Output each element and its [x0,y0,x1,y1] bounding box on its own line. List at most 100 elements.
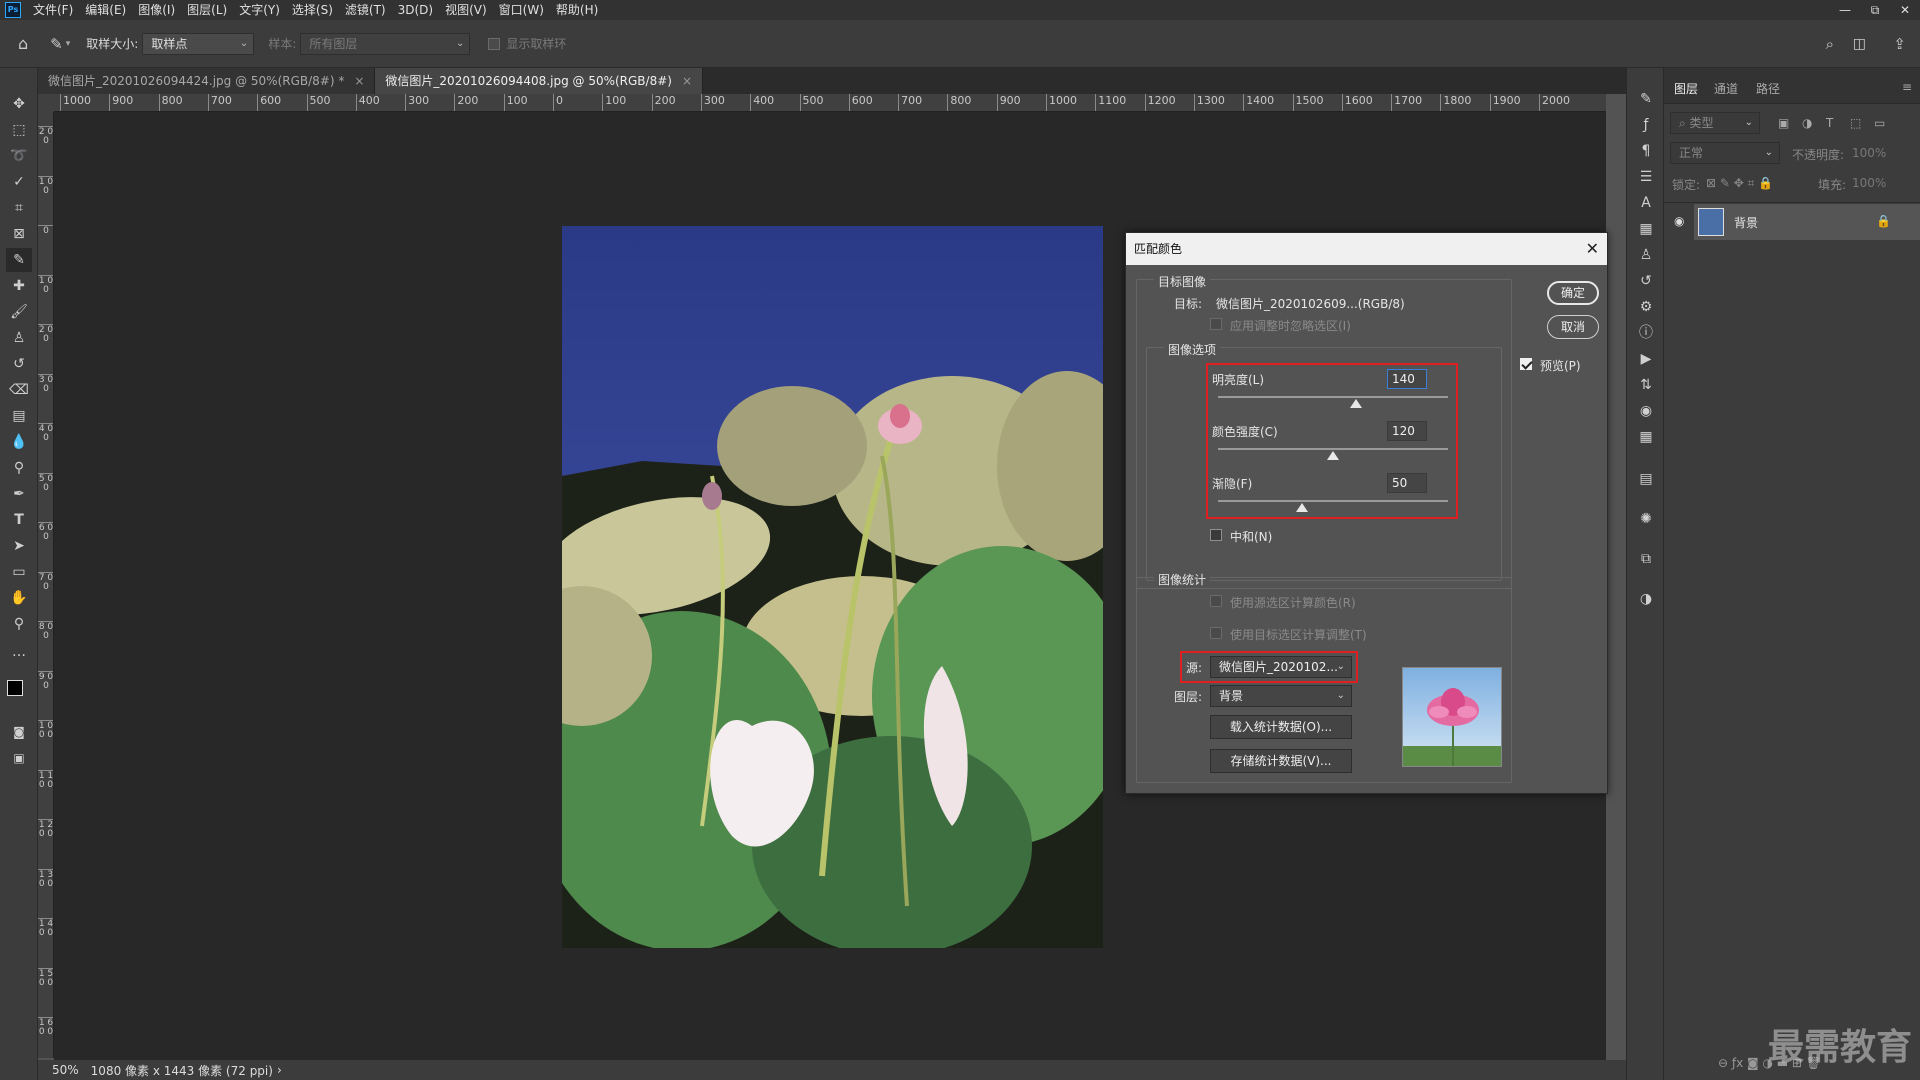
info-icon[interactable]: ⓘ [1635,322,1657,344]
fade-slider-thumb[interactable] [1296,503,1308,512]
close-tab-icon[interactable]: × [682,74,692,88]
menu-layer[interactable]: 图层(L) [181,0,233,20]
color-intensity-slider-thumb[interactable] [1327,451,1339,460]
filter-smart-icon[interactable]: ▭ [1874,116,1885,130]
effects-icon[interactable]: ƒ [1635,114,1657,136]
sun-icon[interactable]: ✺ [1635,508,1657,530]
menu-window[interactable]: 窗口(W) [493,0,550,20]
swatches-icon[interactable]: ▦ [1635,426,1657,448]
panel-menu-icon[interactable]: ≡ [1902,80,1912,94]
pen-tool-icon[interactable]: ✒ [6,482,32,506]
healing-tool-icon[interactable]: ✚ [6,274,32,298]
load-statistics-button[interactable]: 载入统计数据(O)... [1210,715,1352,739]
actions-play-icon[interactable]: ▶ [1635,348,1657,370]
paragraph-icon[interactable]: ¶ [1635,140,1657,162]
luminance-track[interactable] [1218,396,1448,398]
menu-edit[interactable]: 编辑(E) [79,0,132,20]
blur-tool-icon[interactable]: 💧 [6,430,32,454]
filter-type-icon[interactable]: T [1826,116,1833,130]
glyphs-icon[interactable]: ▦ [1635,218,1657,240]
quick-mask-icon[interactable]: ◙ [6,720,32,744]
tab-layers[interactable]: 图层 [1674,80,1698,97]
color-intensity-track[interactable] [1218,448,1448,450]
rectangle-tool-icon[interactable]: ▭ [6,560,32,584]
layer-name[interactable]: 背景 [1734,214,1758,231]
more-tools-icon[interactable]: … [6,640,32,664]
history-brush-tool-icon[interactable]: ↺ [6,352,32,376]
clone-stamp-tool-icon[interactable]: ♙ [6,326,32,350]
visibility-eye-icon[interactable]: ◉ [1674,214,1684,228]
eraser-tool-icon[interactable]: ⌫ [6,378,32,402]
minimize-button[interactable]: — [1830,0,1860,20]
menu-view[interactable]: 视图(V) [439,0,493,20]
notes-icon[interactable]: ▤ [1635,468,1657,490]
menu-3d[interactable]: 3D(D) [392,0,439,20]
close-icon[interactable]: ✕ [1586,233,1599,265]
path-select-tool-icon[interactable]: ➤ [6,534,32,558]
close-window-button[interactable]: ✕ [1890,0,1920,20]
fade-track[interactable] [1218,500,1448,502]
eyedropper-icon[interactable]: ✎ [50,35,63,53]
ok-button[interactable]: 确定 [1547,281,1599,305]
color-intensity-input[interactable]: 120 [1387,421,1427,441]
stamp-icon[interactable]: ⚙ [1635,296,1657,318]
sample-size-select[interactable]: 取样点 ⌄ [142,32,255,55]
source-select[interactable]: 微信图片_2020102... ⌄ [1210,656,1352,678]
menu-type[interactable]: 文字(Y) [233,0,286,20]
doc-tab[interactable]: 微信图片_20201026094424.jpg @ 50%(RGB/8#) * × [38,68,376,94]
menu-filter[interactable]: 滤镜(T) [339,0,392,20]
layer-select[interactable]: 背景 ⌄ [1210,685,1352,707]
adjustments-icon[interactable]: ☰ [1635,166,1657,188]
color-icon[interactable]: ◉ [1635,400,1657,422]
share-icon[interactable]: ⇪ [1893,35,1906,53]
libraries-icon[interactable]: ⧉ [1635,548,1657,570]
lasso-tool-icon[interactable]: ➰ [6,144,32,168]
menu-select[interactable]: 选择(S) [286,0,339,20]
menu-file[interactable]: 文件(F) [27,0,79,20]
layer-filter-select[interactable]: ⌕ 类型 ⌄ [1670,112,1760,134]
workspace-icon[interactable]: ◫ [1853,36,1866,52]
opacity-value[interactable]: 100% [1852,146,1886,160]
luminance-slider-thumb[interactable] [1350,399,1362,408]
history-icon[interactable]: ↺ [1635,270,1657,292]
tool-preset-chevron-icon[interactable]: ▾ [66,39,71,49]
menu-image[interactable]: 图像(I) [132,0,181,20]
marquee-tool-icon[interactable]: ⬚ [6,118,32,142]
filter-pixel-icon[interactable]: ▣ [1778,116,1789,130]
home-icon[interactable]: ⌂ [18,34,28,53]
restore-button[interactable]: ⧉ [1860,0,1890,20]
brush-settings-icon[interactable]: ✎ [1635,88,1657,110]
screen-mode-icon[interactable]: ▣ [6,746,32,770]
hand-tool-icon[interactable]: ✋ [6,586,32,610]
frame-tool-icon[interactable]: ⊠ [6,222,32,246]
brush-tool-icon[interactable]: 🖌 [6,300,32,324]
gradient-tool-icon[interactable]: ▤ [6,404,32,428]
luminance-input[interactable]: 140 [1387,369,1427,389]
properties-icon[interactable]: ◑ [1635,588,1657,610]
tool-presets-icon[interactable]: ⇅ [1635,374,1657,396]
close-tab-icon[interactable]: × [354,74,364,88]
clone-source-icon[interactable]: ♙ [1635,244,1657,266]
filter-shape-icon[interactable]: ⬚ [1850,116,1861,130]
menu-help[interactable]: 帮助(H) [550,0,604,20]
fill-value[interactable]: 100% [1852,176,1886,190]
eyedropper-tool-icon[interactable]: ✎ [6,248,32,272]
save-statistics-button[interactable]: 存储统计数据(V)... [1210,749,1352,773]
zoom-tool-icon[interactable]: ⚲ [6,612,32,636]
zoom-level[interactable]: 50% [52,1063,79,1077]
preview-checkbox[interactable] [1520,358,1532,370]
filter-adjust-icon[interactable]: ◑ [1802,116,1812,130]
type-tool-icon[interactable]: T [6,508,32,532]
blend-mode-select[interactable]: 正常 ⌄ [1670,142,1780,164]
dodge-tool-icon[interactable]: ⚲ [6,456,32,480]
quick-select-tool-icon[interactable]: ✓ [6,170,32,194]
neutralize-checkbox[interactable] [1210,529,1222,541]
cancel-button[interactable]: 取消 [1547,315,1599,339]
doc-tab-active[interactable]: 微信图片_20201026094408.jpg @ 50%(RGB/8#) × [375,68,704,94]
lock-icons[interactable]: ⊠ ✎ ✥ ⌗ 🔒 [1706,176,1773,191]
tab-paths[interactable]: 路径 [1756,80,1780,97]
fade-input[interactable]: 50 [1387,473,1427,493]
move-tool-icon[interactable]: ✥ [6,92,32,116]
tab-channels[interactable]: 通道 [1714,80,1738,97]
status-chevron-icon[interactable]: › [277,1063,282,1077]
